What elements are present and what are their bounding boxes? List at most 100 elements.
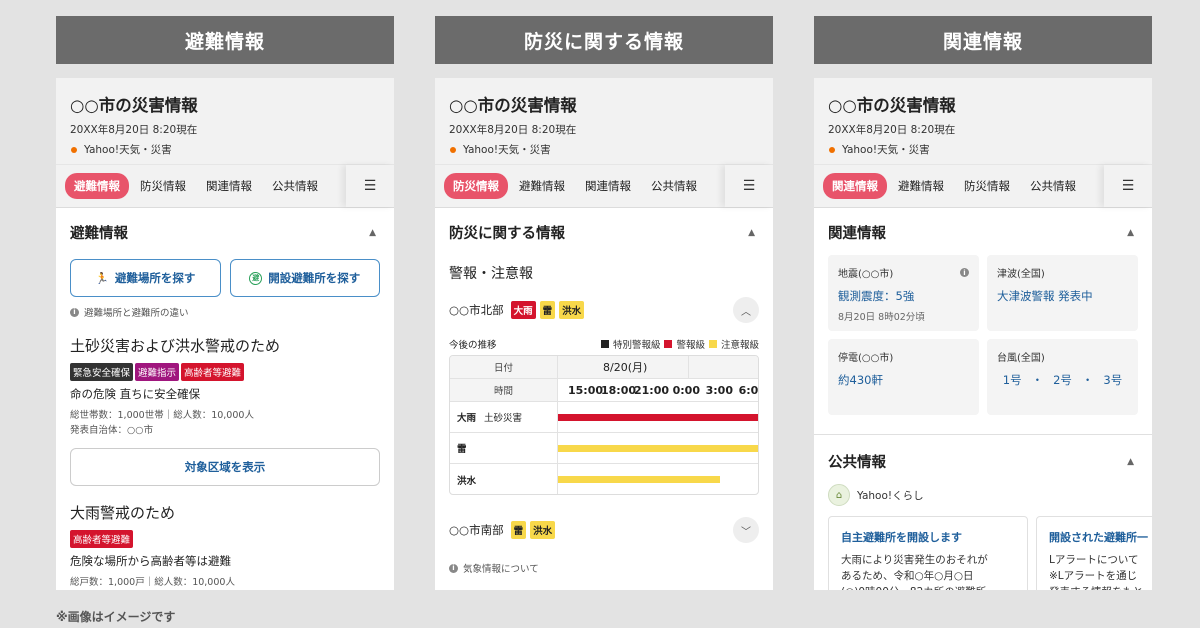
source-icon [71,146,77,153]
yahoo-kurashi-icon: ⌂ [828,484,850,506]
section-header[interactable]: 関連情報 ▲ [814,208,1152,251]
alert-title-2: 大雨警戒のため [70,504,176,523]
tab-related[interactable]: 関連情報 [197,173,261,199]
updated-time: 20XX年8月20日 8:20現在 [70,124,198,136]
date-label: 日付 [450,356,558,378]
tab-bar: 避難情報 防災情報 関連情報 公共情報 ☰ [56,164,394,208]
tab-related[interactable]: 関連情報 [823,173,887,199]
region-north[interactable]: ○○市北部 大雨 雷 洪水 ︿ [435,283,773,323]
source-icon [450,146,456,153]
info-note[interactable]: i 避難場所と避難所の違い [56,297,394,319]
shelter-buttons: 🏃 避難場所を探す 避 開設避難所を探す [56,251,394,297]
region-south[interactable]: ○○市南部 雷 洪水 ﹀ [435,495,773,543]
collapse-icon[interactable]: ▲ [748,228,755,238]
menu-icon[interactable]: ☰ [725,165,773,207]
collapse-icon[interactable]: ▲ [1127,457,1134,467]
section-header[interactable]: 防災に関する情報 ▲ [435,208,773,251]
row-label: 大雨 [457,413,477,424]
trend-header: 今後の推移 特別警報級 警報級 注意報級 [435,323,773,351]
column-heading: 防災に関する情報 [435,16,773,64]
section-header[interactable]: 避難情報 ▲ [56,208,394,251]
time-row: 時間 15:00 18:00 21:00 0:00 3:00 6:00 [450,379,758,402]
menu-icon[interactable]: ☰ [1104,165,1152,207]
tab-disaster-prevention[interactable]: 防災情報 [444,173,508,199]
level-bar [558,445,758,452]
badge-elderly: 高齢者等避難 [70,530,134,549]
public-section-header[interactable]: 公共情報 ▲ [814,435,1152,480]
updated-time: 20XX年8月20日 8:20現在 [828,124,956,136]
info-icon: i [449,563,458,573]
weather-info-text: 気象情報について [463,564,539,575]
tab-disaster-prevention[interactable]: 防災情報 [131,173,195,199]
tab-evacuation[interactable]: 避難情報 [65,173,129,199]
earthquake-card[interactable]: 地震(○○市) i 観測震度：5強 8月20日 8時02分頃 [828,255,979,331]
collapse-icon[interactable]: ▲ [1127,228,1134,238]
find-shelter-button[interactable]: 🏃 避難場所を探す [70,259,221,297]
tab-evacuation[interactable]: 避難情報 [510,173,574,199]
time-tick: 6:00 [738,383,759,397]
tab-related[interactable]: 関連情報 [576,173,640,199]
typhoon-values: 1号 ・ 2号 ・ 3号 [997,372,1128,388]
weather-info-note[interactable]: i 気象情報について [435,543,773,575]
power-outage-card[interactable]: 停電(○○市) 約430軒 [828,339,979,415]
show-area-button[interactable]: 対象区域を表示 [70,448,380,487]
typhoon-link[interactable]: 3号 [1103,372,1122,388]
legend-warning: 警報級 [676,340,705,351]
badge-thunder: 雷 [510,521,527,539]
collapse-icon[interactable]: ▲ [369,228,376,238]
alert-description: 命の危険 直ちに安全確保 [70,387,201,401]
find-open-shelter-button[interactable]: 避 開設避難所を探す [229,259,380,297]
source-label[interactable]: Yahoo!天気・災害 [842,142,930,157]
typhoon-link[interactable]: 1号 [1003,372,1022,388]
public-card[interactable]: 開設された避難所一 Lアラートについて ※Lアラートを通じ 発表する情報をもと … [1036,516,1152,590]
page-title: ○○市の災害情報 [449,96,577,115]
chevron-down-icon[interactable]: ﹀ [733,517,759,543]
tsunami-value[interactable]: 大津波警報 発表中 [997,288,1128,304]
badge-thunder: 雷 [539,301,556,319]
alert-meta-2: 総戸数：1,000戸｜総人数：10,000人 [56,569,394,590]
earthquake-value[interactable]: 観測震度：5強 [838,288,969,304]
phone-screen: ○○市の災害情報 20XX年8月20日 8:20現在 Yahoo!天気・災害 関… [814,78,1152,590]
menu-icon[interactable]: ☰ [346,165,394,207]
column-heading: 避難情報 [56,16,394,64]
tab-bar: 関連情報 避難情報 防災情報 公共情報 ☰ [814,164,1152,208]
typhoon-link[interactable]: 2号 [1053,372,1072,388]
public-card[interactable]: 自主避難所を開設します 大雨により災害発生のおそれが あるため、令和○年○月○日… [828,516,1028,590]
tab-public[interactable]: 公共情報 [263,173,327,199]
column-heading: 関連情報 [814,16,1152,64]
trend-label: 今後の推移 [449,340,497,351]
time-label: 時間 [450,379,558,401]
image-footnote: ※画像はイメージです [56,610,176,624]
forecast-table[interactable]: 日付 8/20(月) 時間 15:00 18:00 21:00 0:00 3:0… [449,355,759,495]
legend: 特別警報級 警報級 注意報級 [600,337,759,351]
tab-public[interactable]: 公共情報 [642,173,706,199]
tab-evacuation[interactable]: 避難情報 [889,173,953,199]
typhoon-card[interactable]: 台風(全国) 1号 ・ 2号 ・ 3号 [987,339,1138,415]
tab-public[interactable]: 公共情報 [1021,173,1085,199]
source-label[interactable]: Yahoo!天気・災害 [463,142,551,157]
source-icon [829,146,835,153]
time-ticks: 15:00 18:00 21:00 0:00 3:00 6:00 [558,379,759,401]
section-divider [814,425,1152,435]
info-icon[interactable]: i [960,268,969,277]
time-tick: 15:00 [568,383,604,397]
badge-flood: 洪水 [559,301,585,319]
related-cards: 地震(○○市) i 観測震度：5強 8月20日 8時02分頃 津波(全国) 大津… [814,251,1152,415]
updated-time: 20XX年8月20日 8:20現在 [449,124,577,136]
page-title: ○○市の災害情報 [828,96,956,115]
run-icon: 🏃 [95,271,109,285]
legend-swatch-special [600,340,609,348]
section-title: 関連情報 [828,226,886,242]
badge-flood: 洪水 [530,521,556,539]
public-card-body: 大雨により災害発生のおそれが あるため、令和○年○月○日 (○)0時00分、82… [841,554,988,590]
tab-bar: 防災情報 避難情報 関連情報 公共情報 ☰ [435,164,773,208]
separator: ・ [1031,373,1044,387]
time-tick: 21:00 [634,383,670,397]
source-label[interactable]: Yahoo!天気・災害 [84,142,172,157]
alert-description-2: 危険な場所から高齢者等は避難 [70,554,231,569]
tab-disaster-prevention[interactable]: 防災情報 [955,173,1019,199]
power-value[interactable]: 約430軒 [838,372,969,388]
panel-evacuation: 避難情報 ○○市の災害情報 20XX年8月20日 8:20現在 Yahoo!天気… [56,16,394,590]
chevron-up-icon[interactable]: ︿ [733,297,759,323]
tsunami-card[interactable]: 津波(全国) 大津波警報 発表中 [987,255,1138,331]
